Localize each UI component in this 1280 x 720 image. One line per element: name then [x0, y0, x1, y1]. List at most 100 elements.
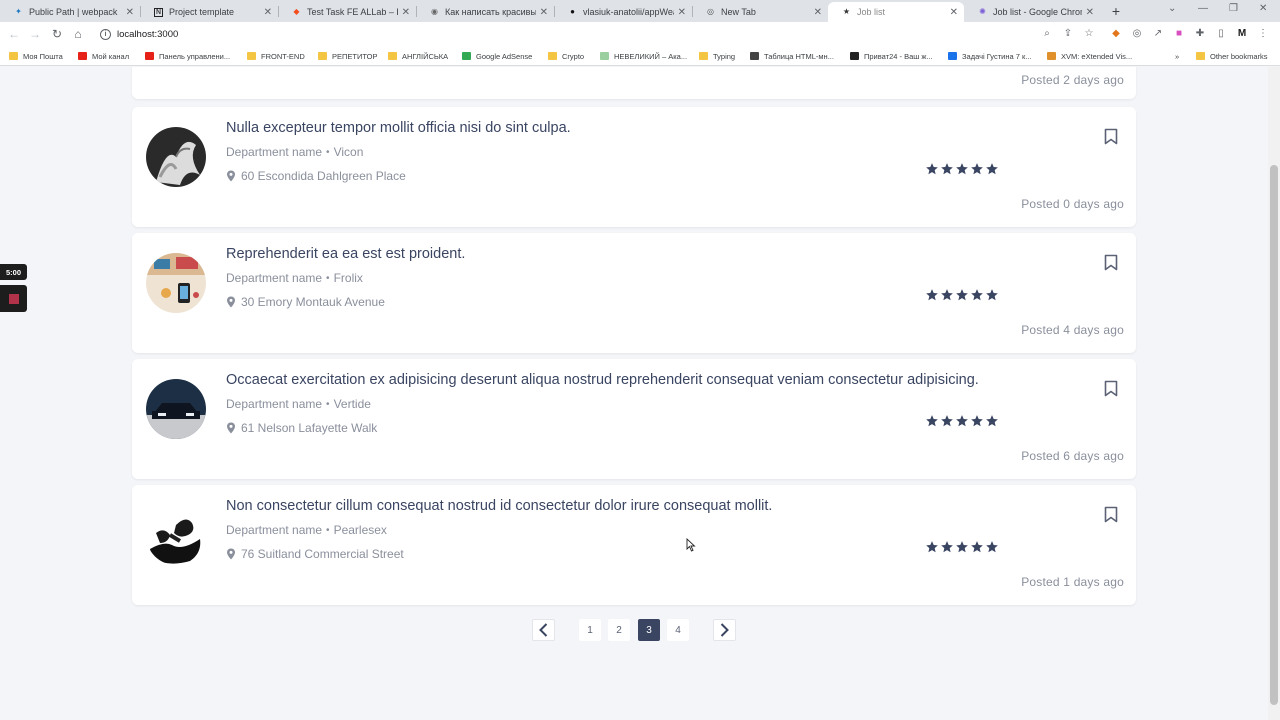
- bookmark-item[interactable]: Приват24 - Ваш ж...: [850, 50, 933, 62]
- close-icon[interactable]: ✕: [540, 7, 548, 18]
- tab-webpack[interactable]: ✦ Public Path | webpack ✕: [0, 2, 140, 22]
- bookmark-star-icon[interactable]: ☆: [1082, 27, 1096, 41]
- profile-icon[interactable]: M: [1235, 27, 1249, 41]
- rating-stars: [925, 162, 999, 176]
- tab-github[interactable]: ● vlasiuk-anatolii/appWeath ✕: [554, 2, 692, 22]
- job-card[interactable]: Nulla excepteur tempor mollit officia ni…: [132, 107, 1136, 227]
- menu-dots-icon[interactable]: ⋮: [1256, 27, 1270, 41]
- bookmark-item[interactable]: Моя Пошта: [9, 50, 63, 62]
- posted-date: Posted 4 days ago: [1021, 323, 1124, 337]
- folder-icon: [318, 52, 327, 60]
- zoom-icon[interactable]: ⌕: [1040, 27, 1054, 41]
- metamask-icon[interactable]: ◆: [1109, 27, 1123, 41]
- new-tab-button[interactable]: +: [1108, 3, 1124, 19]
- window-close-icon[interactable]: ✕: [1259, 3, 1267, 14]
- youtube-icon: [145, 52, 154, 60]
- posted-date: Posted 0 days ago: [1021, 197, 1124, 211]
- close-icon[interactable]: ✕: [402, 7, 410, 18]
- close-icon[interactable]: ✕: [678, 7, 686, 18]
- chat-icon: [948, 52, 957, 60]
- webpack-icon: ✦: [15, 7, 22, 16]
- mouse-cursor-icon: [686, 538, 696, 552]
- folder-icon: [247, 52, 256, 60]
- bookmark-item[interactable]: АНГЛІЙСЬКА: [388, 50, 448, 62]
- company-name: Vertide: [333, 397, 371, 411]
- department-label: Department name: [226, 523, 323, 537]
- rating-stars: [925, 414, 999, 428]
- rating-star-icon: [955, 288, 969, 302]
- tab-project-template[interactable]: N Project template ✕: [140, 2, 278, 22]
- next-page-button[interactable]: [713, 619, 736, 641]
- job-card[interactable]: Reprehenderit ea ea est est proident. De…: [132, 233, 1136, 353]
- bookmark-icon[interactable]: [1104, 380, 1118, 397]
- address-bar[interactable]: i localhost:3000: [92, 25, 1052, 43]
- bookmark-item[interactable]: Typing: [699, 50, 735, 62]
- home-icon[interactable]: ⌂: [70, 26, 86, 42]
- job-title[interactable]: Non consectetur cillum consequat nostrud…: [226, 498, 772, 514]
- close-icon[interactable]: ✕: [814, 7, 822, 18]
- chevron-right-icon: [720, 623, 729, 637]
- bookmark-item[interactable]: Задачі Густина 7 к...: [948, 50, 1032, 62]
- side-panel-icon[interactable]: ▯: [1214, 27, 1228, 41]
- bookmark-item[interactable]: XVM: eXtended Vis...: [1047, 50, 1132, 62]
- youtube-icon: [78, 52, 87, 60]
- chevron-left-icon: [539, 623, 548, 637]
- bookmark-icon[interactable]: [1104, 506, 1118, 523]
- page-number-button[interactable]: 3: [638, 619, 660, 641]
- job-title[interactable]: Nulla excepteur tempor mollit officia ni…: [226, 120, 571, 136]
- extension-globe-icon[interactable]: ◎: [1130, 27, 1144, 41]
- folder-icon: [1196, 52, 1205, 60]
- scrollbar-thumb[interactable]: [1270, 165, 1278, 705]
- page-scrollbar[interactable]: [1268, 67, 1280, 720]
- tab-figma[interactable]: ◆ Test Task FE ALLab – Figma ✕: [278, 2, 416, 22]
- back-icon[interactable]: ←: [6, 26, 22, 42]
- tab-job-list-chrome[interactable]: ✺ Job list - Google Chrome ✕: [964, 2, 1100, 22]
- close-icon[interactable]: ✕: [264, 7, 272, 18]
- location-pin-icon: [227, 422, 235, 434]
- notion-icon: N: [154, 7, 163, 17]
- bookmark-item[interactable]: НЕВЕЛИКИЙ – Ака...: [600, 50, 687, 62]
- other-bookmarks[interactable]: Other bookmarks: [1196, 50, 1268, 62]
- tab-article[interactable]: ◉ Как написать красивый и ✕: [416, 2, 554, 22]
- close-icon[interactable]: ✕: [1086, 7, 1094, 18]
- prev-page-button[interactable]: [532, 619, 555, 641]
- job-title[interactable]: Reprehenderit ea ea est est proident.: [226, 246, 465, 262]
- bookmark-item[interactable]: Crypto: [548, 50, 584, 62]
- job-department: Department name • Frolix: [226, 271, 363, 285]
- reload-icon[interactable]: ↻: [49, 26, 65, 42]
- job-title[interactable]: Occaecat exercitation ex adipisicing des…: [226, 372, 979, 388]
- job-card[interactable]: Occaecat exercitation ex adipisicing des…: [132, 359, 1136, 479]
- extension-arrow-icon[interactable]: ↗: [1151, 27, 1165, 41]
- minimize-icon[interactable]: —: [1198, 3, 1208, 14]
- bookmark-icon[interactable]: [1104, 254, 1118, 271]
- globe-icon: [750, 52, 759, 60]
- page-number-button[interactable]: 1: [579, 619, 601, 641]
- close-icon[interactable]: ✕: [950, 7, 958, 18]
- more-bookmarks-icon[interactable]: »: [1175, 50, 1179, 62]
- close-icon[interactable]: ✕: [126, 7, 134, 18]
- stop-recording-button[interactable]: [0, 285, 27, 312]
- extensions-puzzle-icon[interactable]: ✚: [1193, 27, 1207, 41]
- page-number-button[interactable]: 2: [608, 619, 630, 641]
- restore-icon[interactable]: ❐: [1229, 3, 1238, 14]
- extension-pink-icon[interactable]: ■: [1172, 27, 1186, 41]
- bookmark-item[interactable]: Мой канал: [78, 50, 129, 62]
- tab-search-icon[interactable]: ⌄: [1168, 3, 1176, 14]
- page-number-button[interactable]: 4: [667, 619, 689, 641]
- site-info-icon[interactable]: i: [100, 28, 111, 40]
- tab-new-tab[interactable]: ◎ New Tab ✕: [692, 2, 828, 22]
- forward-icon[interactable]: →: [27, 26, 43, 42]
- bookmark-item[interactable]: РЕПЕТИТОР: [318, 50, 377, 62]
- share-icon[interactable]: ⇪: [1061, 27, 1075, 41]
- bookmark-item[interactable]: FRONT-END: [247, 50, 305, 62]
- address-text: 61 Nelson Lafayette Walk: [241, 421, 378, 435]
- job-card-partial[interactable]: Posted 2 days ago: [132, 67, 1136, 99]
- tab-job-list[interactable]: ★ Job list ✕: [828, 2, 964, 22]
- job-address: 76 Suitland Commercial Street: [226, 547, 404, 561]
- bookmark-item[interactable]: Таблица HTML-мн...: [750, 50, 834, 62]
- bookmark-icon[interactable]: [1104, 128, 1118, 145]
- bookmark-item[interactable]: Панель управлени...: [145, 50, 230, 62]
- bookmark-item[interactable]: Google AdSense: [462, 50, 532, 62]
- rating-star-icon: [940, 162, 954, 176]
- job-card[interactable]: Non consectetur cillum consequat nostrud…: [132, 485, 1136, 605]
